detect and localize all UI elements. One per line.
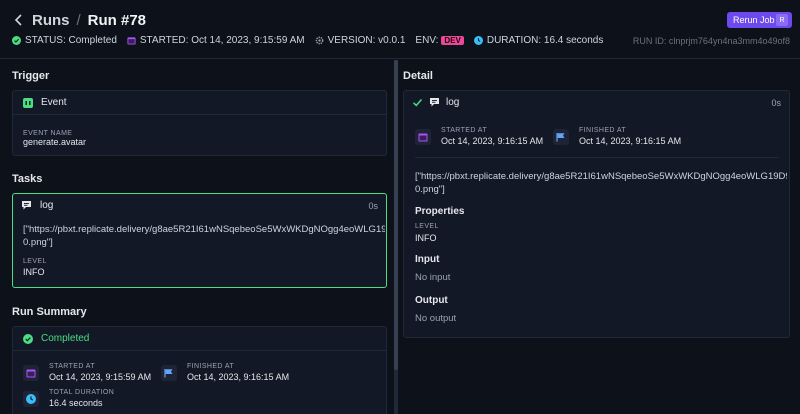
header-divider [0,58,800,59]
detail-panel: log 0s STARTED AT Oct 14, 2023, 9:16:15 … [403,90,790,338]
detail-finished-value: Oct 14, 2023, 9:16:15 AM [579,136,682,146]
check-icon [412,97,423,108]
speech-bubble-icon [21,200,32,211]
run-header: Runs / Run #78 Rerun Job R STATUS: Compl… [0,0,800,58]
summary-duration-label: TOTAL DURATION [49,389,115,396]
task-level-label: LEVEL [23,258,47,265]
clock-icon [23,390,39,407]
summary-started: STARTED AT Oct 14, 2023, 9:15:59 AM [23,363,151,382]
detail-output-line-2: 0.png"] [415,184,445,195]
output-title: Output [415,295,448,306]
detail-divider [415,157,779,158]
summary-finished-label: FINISHED AT [187,363,235,370]
status-meta: STATUS: Completed [12,35,117,46]
version-meta: VERSION: v0.0.1 [315,35,406,46]
rerun-job-label: Rerun Job [733,15,775,25]
calendar-icon [127,37,136,45]
status-text: STATUS: Completed [25,35,117,46]
trigger-section-title: Trigger [12,70,50,82]
run-id: RUN ID: clnprjm764yn4na3mm4o49of8 [632,36,790,46]
detail-title: log [446,97,460,108]
detail-duration: 0s [771,98,781,108]
check-circle-icon [12,36,21,45]
flag-icon [161,364,177,381]
rerun-job-button[interactable]: Rerun Job R [727,12,792,28]
speech-bubble-icon [429,97,440,108]
page-title: Run #78 [87,11,147,29]
summary-card: Completed STARTED AT Oct 14, 2023, 9:15:… [12,326,387,414]
breadcrumb: Runs / Run #78 [12,10,146,30]
trigger-card[interactable]: Event EVENT NAME generate.avatar [12,90,387,156]
env-badge: DEV [441,36,464,45]
task-level-value: INFO [23,267,45,277]
summary-duration: TOTAL DURATION 16.4 seconds [23,389,114,408]
started-meta: STARTED: Oct 14, 2023, 9:15:59 AM [127,35,305,46]
detail-finished-label: FINISHED AT [579,127,627,134]
trigger-card-title: Event [41,97,67,108]
gear-icon [315,36,323,45]
version-text: VERSION: v0.0.1 [327,35,406,46]
run-meta-bar: STATUS: Completed STARTED: Oct 14, 2023,… [12,35,613,46]
trigger-card-header: Event [13,91,386,115]
shortcut-key: R [776,14,788,26]
input-value: No input [415,272,451,283]
summary-status: Completed [41,333,90,344]
detail-level-value: INFO [415,233,437,243]
env-label: ENV: [415,35,439,46]
summary-started-label: STARTED AT [49,363,96,370]
summary-finished: FINISHED AT Oct 14, 2023, 9:16:15 AM [161,363,289,382]
summary-finished-value: Oct 14, 2023, 9:16:15 AM [187,372,290,382]
detail-section-title: Detail [403,70,433,82]
detail-level-label: LEVEL [415,223,439,230]
calendar-icon [415,128,431,145]
output-value: No output [415,313,457,324]
event-name-value: generate.avatar [23,137,87,147]
duration-text: DURATION: 16.4 seconds [486,35,604,46]
duration-meta: DURATION: 16.4 seconds [473,35,604,46]
detail-started-label: STARTED AT [441,127,488,134]
calendar-icon [23,364,39,381]
properties-title: Properties [415,206,465,217]
task-card-header: log [21,200,53,211]
clock-icon [473,36,483,45]
task-card-log[interactable]: log 0s ["https://pbxt.replicate.delivery… [12,193,387,288]
detail-started: STARTED AT Oct 14, 2023, 9:16:15 AM [415,127,543,146]
summary-duration-value: 16.4 seconds [49,398,103,408]
detail-header: log [412,97,459,108]
detail-started-value: Oct 14, 2023, 9:16:15 AM [441,136,544,146]
input-title: Input [415,254,440,265]
summary-started-value: Oct 14, 2023, 9:15:59 AM [49,372,152,382]
detail-output-line-1: ["https://pbxt.replicate.delivery/g8ae5R… [415,171,787,182]
event-icon [23,97,33,108]
task-output-line-2: 0.png"] [23,237,53,248]
scrollbar-thumb[interactable] [394,60,398,370]
task-title: log [40,200,54,211]
summary-section-title: Run Summary [12,306,87,318]
flag-icon [553,128,569,145]
tasks-section-title: Tasks [12,173,43,185]
breadcrumb-separator: / [76,11,81,29]
env-meta: ENV: DEV [415,35,464,46]
chevron-left-icon[interactable] [12,13,26,27]
breadcrumb-runs[interactable]: Runs [32,12,70,29]
summary-card-header: Completed [13,327,386,351]
check-circle-icon [23,333,33,344]
detail-finished: FINISHED AT Oct 14, 2023, 9:16:15 AM [553,127,681,146]
task-duration: 0s [368,201,378,211]
task-output-line-1: ["https://pbxt.replicate.delivery/g8ae5R… [23,224,385,235]
started-text: STARTED: Oct 14, 2023, 9:15:59 AM [139,35,305,46]
